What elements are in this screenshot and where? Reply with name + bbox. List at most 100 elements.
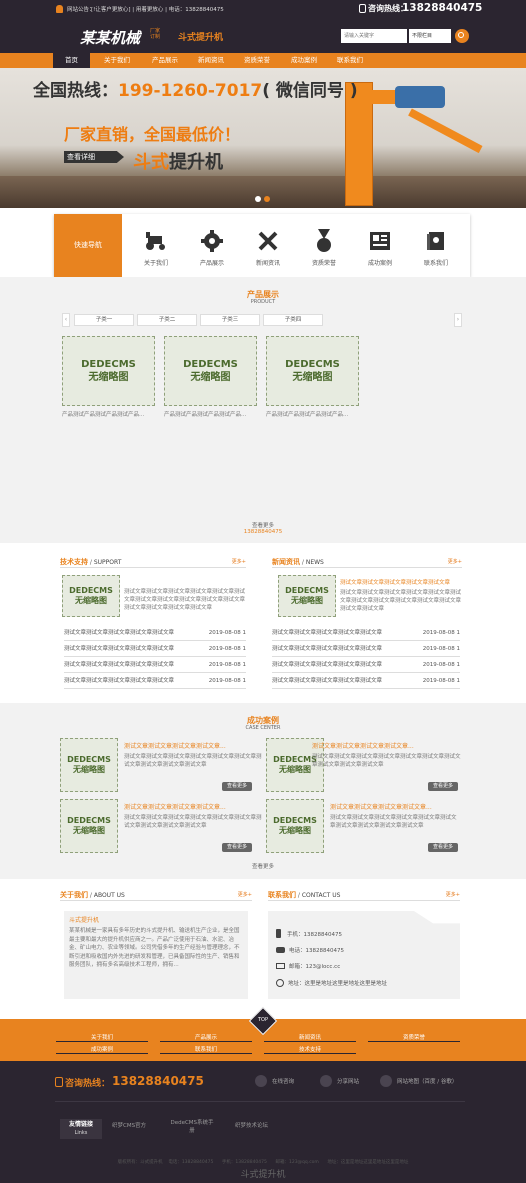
products-tab-1[interactable]: 子类一	[74, 314, 134, 326]
top-bar: 网站公告： [!让客户更放心] | 用着更放心 | 电话：13828840475…	[0, 0, 526, 19]
list-item[interactable]: 测试文章测试文章测试文章测试文章测试文章 2019-08-08 1	[272, 641, 460, 657]
contact-more[interactable]: 更多+	[446, 891, 460, 898]
footer-link-news[interactable]: 新闻资讯	[264, 1033, 356, 1042]
products-tab-4[interactable]: 子类四	[263, 314, 323, 326]
contact-title-en: CONTACT US	[301, 892, 341, 899]
banner-view-button[interactable]: 查看详细	[64, 151, 124, 163]
list-item[interactable]: 测试文章测试文章测试文章测试文章测试文章 2019-08-08 1	[64, 641, 246, 657]
product-caption[interactable]: 产品测试产品测试产品测试产品...	[266, 410, 361, 418]
tech-more[interactable]: 更多+	[232, 558, 246, 565]
footer-link-honors[interactable]: 资质荣誉	[368, 1033, 460, 1042]
quick-nav-about[interactable]: 关于我们	[128, 214, 184, 277]
case-view-button[interactable]: 查看更多	[222, 843, 252, 852]
nav-news[interactable]: 新闻资讯	[186, 53, 236, 68]
about-more[interactable]: 更多+	[238, 891, 252, 898]
logo-text[interactable]: 某某机械	[80, 27, 140, 48]
footer-link-cases[interactable]: 成功案例	[56, 1045, 148, 1054]
about-text: 某某机械是一家具有多年历史的斗式提升机、输送机生产企业，是全国最主要和最大的提升…	[69, 928, 240, 968]
quick-nav-honors[interactable]: 资质荣誉	[296, 214, 352, 277]
search-button[interactable]	[455, 29, 469, 43]
footer-link-products[interactable]: 产品展示	[160, 1033, 252, 1042]
slide-dot-1[interactable]	[255, 196, 261, 202]
list-item[interactable]: 测试文章测试文章测试文章测试文章测试文章 2019-08-08 1	[64, 625, 246, 641]
top-label[interactable]: TOP	[253, 1017, 273, 1023]
news-title-en: NEWS	[305, 559, 324, 566]
news-more[interactable]: 更多+	[448, 558, 462, 565]
friend-link[interactable]: DedeCMS系统手册	[170, 1119, 214, 1135]
about-title-en: ABOUT US	[93, 892, 125, 899]
phone-icon	[276, 947, 285, 953]
case-view-button[interactable]: 查看更多	[428, 782, 458, 791]
cases-more[interactable]: 查看更多	[0, 862, 526, 870]
search-input[interactable]	[341, 29, 407, 43]
news-thumb[interactable]: DEDECMS 无缩略图	[278, 575, 336, 617]
product-image[interactable]: DEDECMS 无缩略图	[164, 336, 257, 406]
list-item[interactable]: 测试文章测试文章测试文章测试文章测试文章 2019-08-08 1	[272, 673, 460, 689]
case-title: 测试文章测试文章测试文章测试文章...	[312, 743, 414, 750]
list-item[interactable]: 测试文章测试文章测试文章测试文章测试文章 2019-08-08 1	[272, 657, 460, 673]
nav-about[interactable]: 关于我们	[92, 53, 142, 68]
slide-dot-2[interactable]	[264, 196, 270, 202]
quick-nav-products[interactable]: 产品展示	[184, 214, 240, 277]
case-text: 测试文章测试文章测试文章测试文章测试文章测试文章测试文章测试文章测试文章测试文章	[312, 754, 461, 768]
banner-slogan: 厂家直销，全国最低价！	[64, 125, 241, 144]
products-subtitle: PRODUCT	[250, 299, 276, 305]
about-title: 关于我们	[60, 891, 88, 899]
contact-box: 手机：13828840475 电话：13828840475 邮箱：123@loc…	[268, 911, 460, 999]
product-image[interactable]: DEDECMS 无缩略图	[266, 336, 359, 406]
quick-nav-cases[interactable]: 成功案例	[352, 214, 408, 277]
tech-title: 技术支持	[60, 558, 88, 566]
nav-honors[interactable]: 资质荣誉	[232, 53, 282, 68]
quick-nav-news[interactable]: 新闻资讯	[240, 214, 296, 277]
case-card[interactable]: DEDECMS 无缩略图 测试文章测试文章测试文章测试文章... 测试文章测试文章…	[60, 738, 264, 794]
tools-icon	[258, 231, 278, 251]
footer-links: TOP 关于我们 产品展示 新闻资讯 资质荣誉 成功案例 联系我们 技术支持	[0, 1006, 526, 1061]
products-tab-2[interactable]: 子类二	[137, 314, 197, 326]
about-heading: 斗式提升机	[69, 917, 100, 924]
contact-title: 联系我们	[268, 891, 296, 899]
case-card[interactable]: DEDECMS 无缩略图 测试文章测试文章测试文章测试文章... 测试文章测试文章…	[266, 799, 470, 855]
products-arrow-left[interactable]: ‹	[62, 313, 70, 327]
contact-email: 邮箱：123@locc.cc	[276, 962, 340, 970]
quick-nav-contact[interactable]: 联系我们	[408, 214, 464, 277]
nav-products[interactable]: 产品展示	[140, 53, 190, 68]
category-select[interactable]: 不限栏目	[409, 29, 451, 43]
footer-link-tech[interactable]: 技术支持	[264, 1045, 356, 1054]
footer-tool-sitemap[interactable]: 网站地图（百度 / 谷歌）	[380, 1075, 457, 1087]
case-thumb: DEDECMS 无缩略图	[60, 799, 118, 853]
case-view-button[interactable]: 查看更多	[428, 843, 458, 852]
nav-cases[interactable]: 成功案例	[279, 53, 329, 68]
tech-title-en: SUPPORT	[93, 559, 122, 566]
product-caption[interactable]: 产品测试产品测试产品测试产品...	[164, 410, 259, 418]
banner[interactable]: 全国热线：199-1260-7017( 微信同号 ) 厂家直销，全国最低价！ 查…	[0, 68, 526, 208]
list-item[interactable]: 测试文章测试文章测试文章测试文章测试文章 2019-08-08 1	[64, 657, 246, 673]
friend-link[interactable]: 织梦技术论坛	[235, 1121, 268, 1129]
cases-section: 成功案例 CASE CENTER DEDECMS 无缩略图 测试文章测试文章测试文…	[0, 703, 526, 879]
products-tab-3[interactable]: 子类三	[200, 314, 260, 326]
product-caption[interactable]: 产品测试产品测试产品测试产品...	[62, 410, 157, 418]
footer-link-about[interactable]: 关于我们	[56, 1033, 148, 1042]
tractor-icon	[146, 232, 165, 250]
tech-thumb[interactable]: DEDECMS 无缩略图	[62, 575, 120, 617]
email-icon	[276, 963, 285, 969]
nav-contact[interactable]: 联系我们	[325, 53, 375, 68]
product-image[interactable]: DEDECMS 无缩略图	[62, 336, 155, 406]
medal-icon	[317, 229, 331, 252]
footer-link-contact[interactable]: 联系我们	[160, 1045, 252, 1054]
footer-tool-share[interactable]: 分享网站	[320, 1075, 359, 1087]
footer-hotline-label: 咨询热线：	[65, 1079, 111, 1089]
friend-link[interactable]: 织梦CMS官方	[112, 1121, 146, 1129]
list-item[interactable]: 测试文章测试文章测试文章测试文章测试文章 2019-08-08 1	[272, 625, 460, 641]
case-card[interactable]: DEDECMS 无缩略图 测试文章测试文章测试文章测试文章... 测试文章测试文章…	[60, 799, 264, 855]
bell-icon	[56, 5, 63, 13]
nav-home[interactable]: 首页	[53, 53, 90, 68]
tech-header: 技术支持 / SUPPORT 更多+	[60, 558, 246, 568]
products-more[interactable]: 查看更多	[0, 521, 526, 529]
case-card[interactable]: DEDECMS 无缩略图 测试文章测试文章测试文章测试文章... 测试文章测试文章…	[266, 738, 470, 794]
list-item[interactable]: 测试文章测试文章测试文章测试文章测试文章 2019-08-08 1	[64, 673, 246, 689]
footer-tool-consult[interactable]: 在线咨询	[255, 1075, 294, 1087]
location-icon	[276, 979, 284, 987]
news-headline[interactable]: 测试文章测试文章测试文章测试文章测试文章	[340, 578, 462, 586]
products-arrow-right[interactable]: ›	[454, 313, 462, 327]
case-view-button[interactable]: 查看更多	[222, 782, 252, 791]
